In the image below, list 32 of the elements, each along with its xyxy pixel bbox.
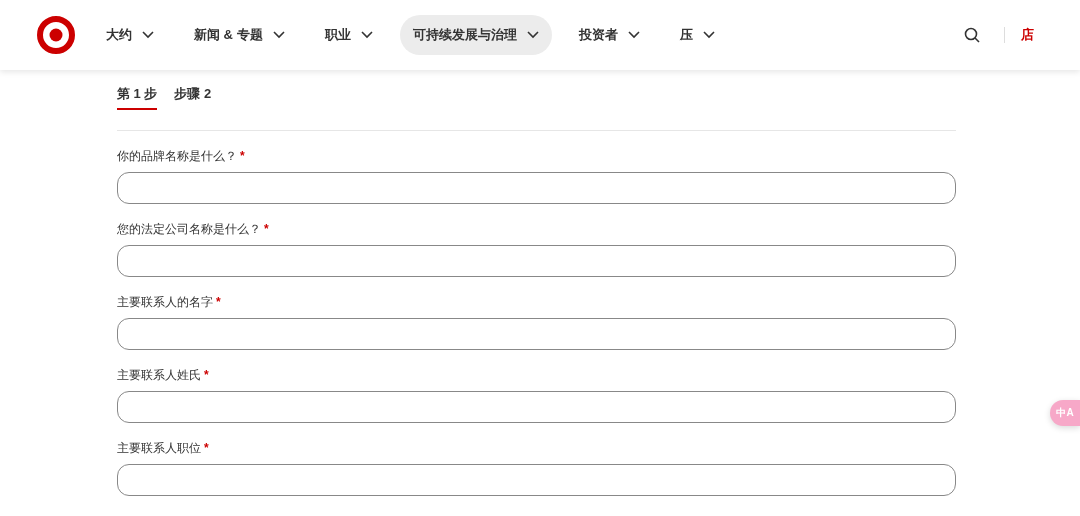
input-field[interactable] (117, 390, 956, 423)
nav-menu-item[interactable]: 投资者 (565, 15, 653, 55)
field-label: 你的品牌名称是什么？ (117, 148, 237, 163)
bullseye-logo[interactable] (37, 16, 75, 54)
required-asterisk: * (264, 221, 269, 236)
store-link[interactable]: 店 (1021, 25, 1034, 45)
chevron-down-icon (360, 31, 373, 39)
input-field[interactable] (117, 171, 956, 204)
nav-menu-item[interactable]: 可持续发展与治理 (399, 15, 552, 55)
chevron-down-icon (702, 31, 715, 39)
chevron-down-icon (272, 31, 285, 39)
chevron-down-icon (526, 31, 539, 39)
field-label: 主要联系人职位 (117, 440, 201, 455)
field-label: 您的法定公司名称是什么？ (117, 221, 261, 236)
nav-menu-item[interactable]: 大约 (93, 15, 167, 55)
field-label: 主要联系人姓氏 (117, 367, 201, 382)
chevron-down-icon (627, 31, 640, 39)
input-field[interactable] (117, 463, 956, 496)
nav-menu-item[interactable]: 职业 (311, 15, 386, 55)
input-field[interactable] (117, 317, 956, 350)
input-field[interactable] (117, 244, 956, 277)
required-asterisk: * (216, 294, 221, 309)
nav-menu-item[interactable]: 压 (666, 15, 728, 55)
field-label: 主要联系人的名字 (117, 294, 213, 309)
chevron-down-icon (142, 31, 154, 39)
nav-menu-item[interactable]: 新闻 & 专题 (181, 15, 298, 55)
required-asterisk: * (240, 148, 245, 163)
step-tab[interactable]: 步骤 2 (174, 84, 212, 110)
step-tab[interactable]: 第 1 步 (117, 84, 158, 110)
search-icon[interactable] (964, 27, 980, 43)
required-asterisk: * (204, 440, 209, 455)
required-asterisk: * (204, 367, 209, 382)
